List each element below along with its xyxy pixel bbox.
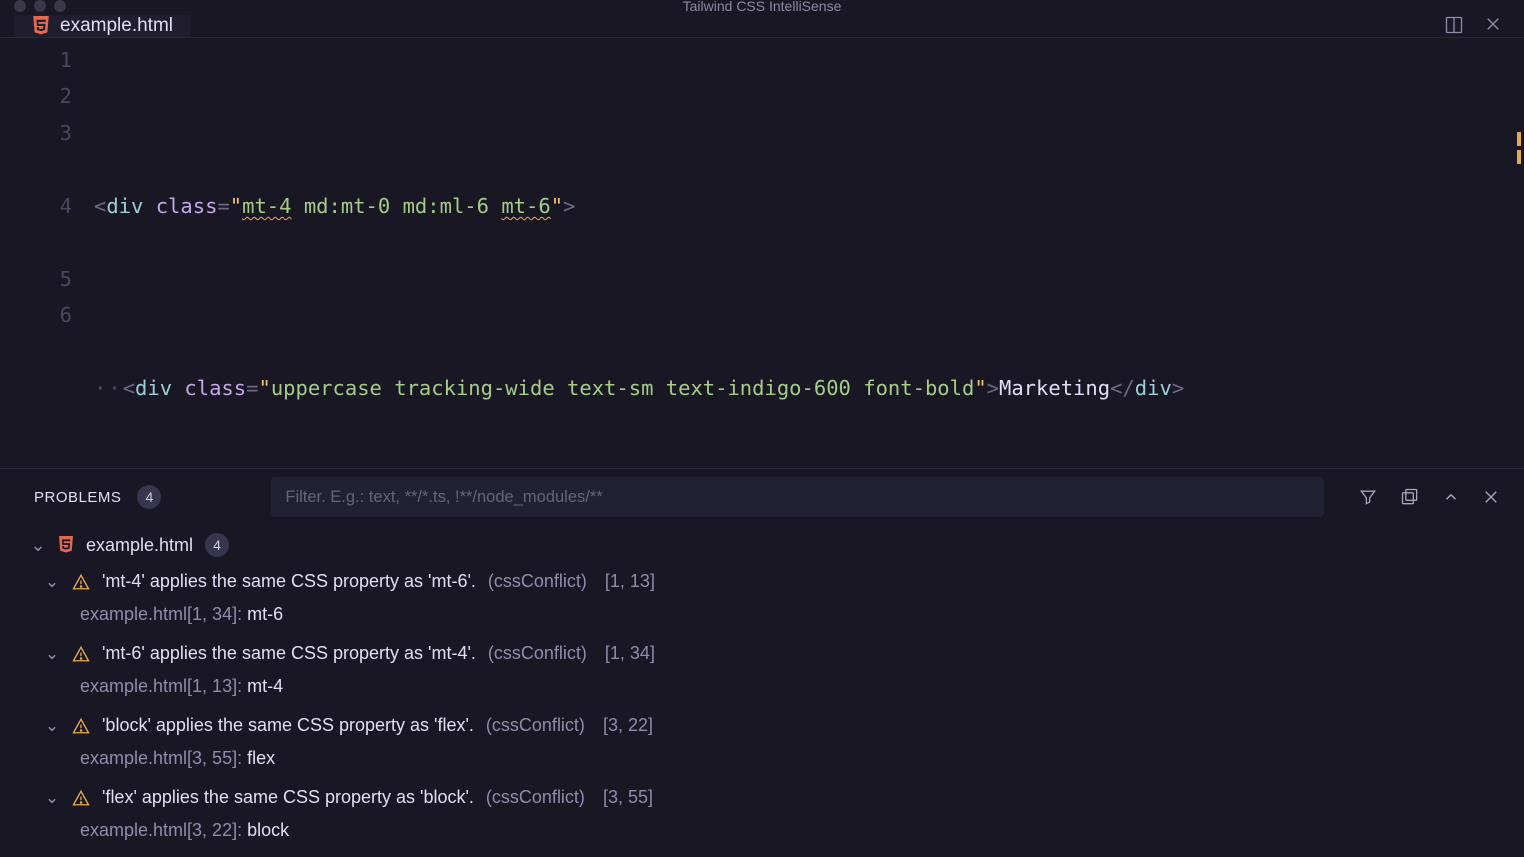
code-editor[interactable]: 1 2 3 4 5 6 <div class="mt-4 md:mt-0 md:… [0, 38, 1524, 468]
problem-source: (cssConflict) [488, 643, 587, 664]
problem-related-info[interactable]: example.html[3, 22]: block [0, 814, 1524, 853]
problem-location: [1, 13] [605, 571, 655, 592]
problem-location: [3, 55] [603, 787, 653, 808]
problem-message: 'block' applies the same CSS property as… [102, 715, 474, 736]
window-title: Tailwind CSS IntelliSense [0, 0, 1524, 14]
warning-icon [72, 573, 90, 591]
editor-actions [1422, 15, 1524, 35]
window-title-bar: Tailwind CSS IntelliSense [0, 0, 1524, 13]
chevron-down-icon[interactable]: ⌄ [44, 644, 60, 664]
problem-message: 'mt-4' applies the same CSS property as … [102, 571, 476, 592]
problem-message: 'flex' applies the same CSS property as … [102, 787, 474, 808]
filter-icon[interactable] [1358, 487, 1378, 507]
problems-file-row[interactable]: ⌄ example.html 4 [0, 529, 1524, 565]
problem-source: (cssConflict) [486, 787, 585, 808]
problems-tree[interactable]: ⌄ example.html 4 ⌄ 'mt-4' applies the sa… [0, 525, 1524, 857]
code-line[interactable]: <div class="mt-4 md:mt-0 md:ml-6 mt-6"> [94, 188, 1524, 225]
chevron-down-icon[interactable]: ⌄ [44, 716, 60, 736]
collapse-all-icon[interactable] [1400, 487, 1420, 507]
editor-tab[interactable]: example.html [14, 13, 191, 37]
problem-location: [1, 34] [605, 643, 655, 664]
problem-related-info[interactable]: example.html[1, 34]: mt-6 [0, 598, 1524, 637]
problem-related-info[interactable]: example.html[3, 55]: flex [0, 742, 1524, 781]
problem-location: [3, 22] [603, 715, 653, 736]
chevron-up-icon[interactable] [1442, 488, 1460, 506]
code-content[interactable]: <div class="mt-4 md:mt-0 md:ml-6 mt-6"> … [94, 38, 1524, 468]
problem-row[interactable]: ⌄ 'mt-4' applies the same CSS property a… [0, 565, 1524, 598]
split-editor-icon[interactable] [1444, 15, 1464, 35]
problems-file-label: example.html [86, 535, 193, 556]
overview-ruler [1517, 132, 1521, 172]
problem-row[interactable]: ⌄ 'block' applies the same CSS property … [0, 709, 1524, 742]
chevron-down-icon[interactable]: ⌄ [44, 788, 60, 808]
problem-source: (cssConflict) [486, 715, 585, 736]
problem-row[interactable]: ⌄ 'flex' applies the same CSS property a… [0, 781, 1524, 814]
close-tab-icon[interactable] [1484, 15, 1502, 35]
chevron-down-icon[interactable]: ⌄ [30, 535, 46, 556]
code-line[interactable]: ··<div class="uppercase tracking-wide te… [94, 370, 1524, 407]
html5-file-icon [32, 16, 50, 36]
editor-tab-label: example.html [60, 15, 173, 37]
panel-title[interactable]: PROBLEMS [34, 489, 121, 506]
problems-panel: PROBLEMS 4 ⌄ example.html 4 [0, 468, 1524, 857]
html5-file-icon [58, 536, 74, 554]
warning-icon [72, 645, 90, 663]
line-number-gutter: 1 2 3 4 5 6 [0, 38, 94, 468]
editor-tab-bar: example.html [0, 13, 1524, 38]
warning-icon [72, 789, 90, 807]
panel-header: PROBLEMS 4 [0, 469, 1524, 525]
problems-filter-input[interactable] [271, 477, 1324, 517]
warning-icon [72, 717, 90, 735]
problems-count-badge: 4 [137, 485, 161, 509]
problem-row[interactable]: ⌄ 'mt-6' applies the same CSS property a… [0, 637, 1524, 670]
problem-source: (cssConflict) [488, 571, 587, 592]
problem-message: 'mt-6' applies the same CSS property as … [102, 643, 476, 664]
problem-related-info[interactable]: example.html[1, 13]: mt-4 [0, 670, 1524, 709]
file-problem-count-badge: 4 [205, 533, 229, 557]
close-panel-icon[interactable] [1482, 488, 1500, 506]
chevron-down-icon[interactable]: ⌄ [44, 572, 60, 592]
